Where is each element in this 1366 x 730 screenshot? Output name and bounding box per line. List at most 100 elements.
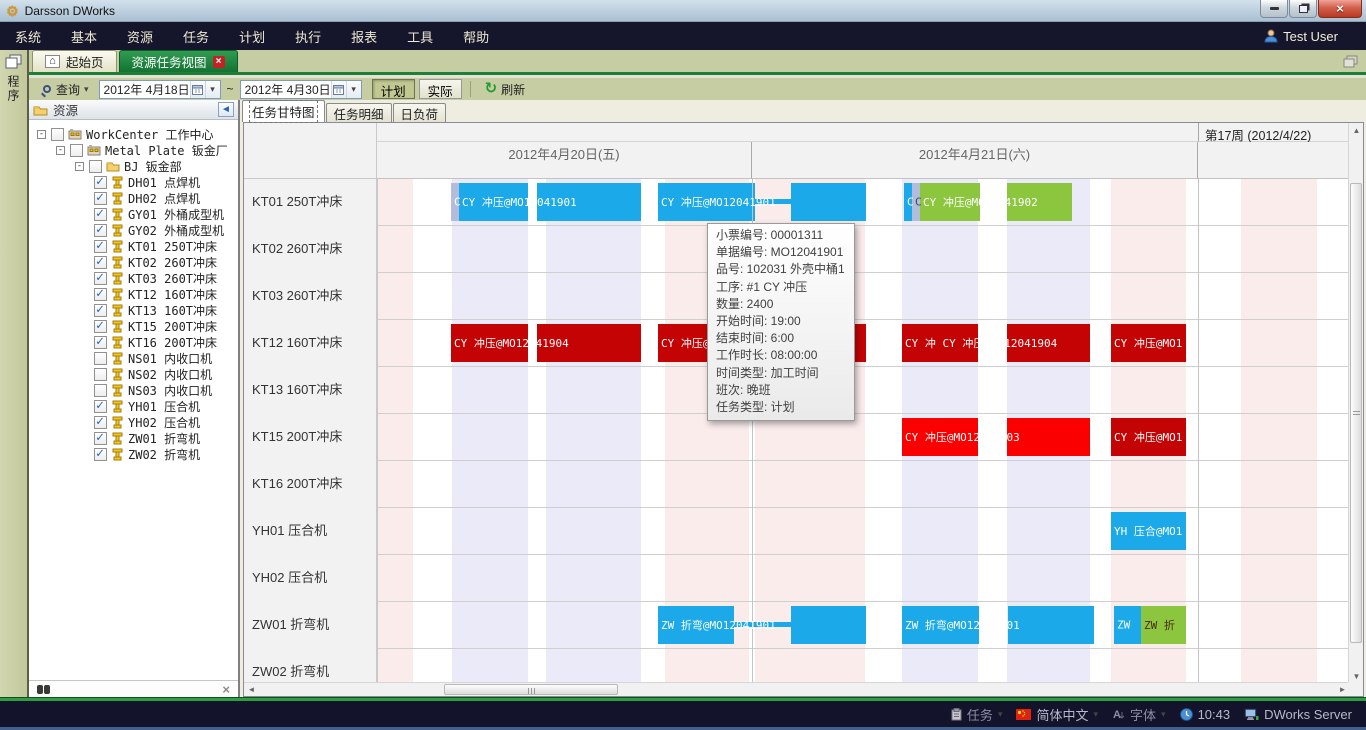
tree-checkbox[interactable] — [94, 192, 107, 205]
tree-item-13[interactable]: KT16 200T冲床 — [29, 334, 238, 350]
horizontal-scrollbar[interactable]: ◄► — [244, 682, 1350, 696]
date-from-input[interactable]: 2012年 4月18日 ▾ — [99, 80, 221, 99]
tree-checkbox[interactable] — [94, 224, 107, 237]
tree-checkbox[interactable] — [70, 144, 83, 157]
expander-minus-icon[interactable]: - — [37, 130, 46, 139]
tree-item-14[interactable]: NS01 内收口机 — [29, 350, 238, 366]
date-to-caret-icon[interactable]: ▾ — [346, 81, 361, 98]
tree-item-11[interactable]: KT13 160T冲床 — [29, 302, 238, 318]
close-panel-icon[interactable]: × — [222, 682, 230, 697]
tree-checkbox[interactable] — [94, 256, 107, 269]
tree-item-20[interactable]: ZW02 折弯机 — [29, 446, 238, 462]
query-button[interactable]: 查询 ▾ — [37, 80, 95, 99]
find-icon[interactable] — [37, 685, 50, 694]
plan-toggle-button[interactable]: 计划 — [372, 79, 415, 99]
tree-checkbox[interactable] — [94, 272, 107, 285]
tree-checkbox[interactable] — [94, 304, 107, 317]
calendar-icon[interactable] — [190, 81, 205, 98]
tree-checkbox[interactable] — [94, 240, 107, 253]
tree-item-1[interactable]: -Metal Plate 钣金厂 — [29, 142, 238, 158]
tree-item-17[interactable]: YH01 压合机 — [29, 398, 238, 414]
vertical-scrollbar[interactable]: ▲▼ — [1348, 123, 1363, 684]
tree-item-6[interactable]: GY02 外桶成型机 — [29, 222, 238, 238]
task-bar[interactable]: CY 冲 CY 冲压@MO12041904 — [902, 324, 1090, 362]
tree-checkbox[interactable] — [94, 416, 107, 429]
tree-checkbox[interactable] — [94, 432, 107, 445]
refresh-button[interactable]: ↻ 刷新 — [479, 80, 532, 99]
restore-button[interactable] — [1289, 0, 1317, 18]
expander-minus-icon[interactable]: - — [56, 146, 65, 155]
view-tab-2[interactable]: 日负荷 — [393, 103, 447, 122]
current-user[interactable]: Test User — [1264, 29, 1338, 44]
task-bar[interactable]: CY 冲压@MO12041904 — [451, 324, 641, 362]
menu-item-5[interactable]: 执行 — [280, 22, 336, 50]
horizontal-scroll-thumb[interactable] — [444, 684, 618, 695]
tree-item-19[interactable]: ZW01 折弯机 — [29, 430, 238, 446]
status-item-flag[interactable]: 简体中文▾ — [1016, 705, 1098, 724]
tree-item-12[interactable]: KT15 200T冲床 — [29, 318, 238, 334]
caret-down-icon[interactable]: ▾ — [1161, 710, 1166, 719]
doc-tab-0[interactable]: ⌂起始页 — [32, 50, 117, 72]
tree-item-7[interactable]: KT01 250T冲床 — [29, 238, 238, 254]
tree-item-5[interactable]: GY01 外桶成型机 — [29, 206, 238, 222]
menu-item-4[interactable]: 计划 — [224, 22, 280, 50]
task-bar[interactable]: C — [451, 183, 459, 221]
task-bar[interactable]: ZW 折弯@MO12041901 — [658, 606, 866, 644]
date-from-caret-icon[interactable]: ▾ — [205, 81, 220, 98]
tree-checkbox[interactable] — [89, 160, 102, 173]
task-bar[interactable]: CY 冲压@MO12041901 — [658, 183, 866, 221]
tree-checkbox[interactable] — [94, 176, 107, 189]
tree-item-2[interactable]: -BJ 钣金部 — [29, 158, 238, 174]
tree-checkbox[interactable] — [94, 400, 107, 413]
actual-toggle-button[interactable]: 实际 — [419, 79, 462, 99]
task-bar[interactable]: CY 冲压@MO1 — [1111, 418, 1186, 456]
menu-item-2[interactable]: 资源 — [112, 22, 168, 50]
tree-checkbox[interactable] — [94, 368, 107, 381]
expander-minus-icon[interactable]: - — [75, 162, 84, 171]
menu-item-6[interactable]: 报表 — [336, 22, 392, 50]
view-tab-1[interactable]: 任务明细 — [326, 103, 392, 122]
tree-checkbox[interactable] — [94, 448, 107, 461]
tree-item-8[interactable]: KT02 260T冲床 — [29, 254, 238, 270]
tree-item-15[interactable]: NS02 内收口机 — [29, 366, 238, 382]
menu-item-7[interactable]: 工具 — [392, 22, 448, 50]
tree-checkbox[interactable] — [94, 352, 107, 365]
menu-item-8[interactable]: 帮助 — [448, 22, 504, 50]
menu-item-0[interactable]: 系统 — [0, 22, 56, 50]
scroll-up-icon[interactable]: ▲ — [1349, 123, 1364, 138]
tree-item-16[interactable]: NS03 内收口机 — [29, 382, 238, 398]
date-to-input[interactable]: 2012年 4月30日 ▾ — [240, 80, 362, 99]
task-bar[interactable]: ZW — [1114, 606, 1141, 644]
menu-item-1[interactable]: 基本 — [56, 22, 112, 50]
task-bar[interactable]: YH 压合@MO1 — [1111, 512, 1186, 550]
vertical-scroll-thumb[interactable] — [1350, 183, 1362, 643]
program-panel-tab[interactable]: 程序 — [5, 54, 22, 103]
task-bar[interactable]: C — [904, 183, 912, 221]
task-bar[interactable]: ZW 折弯@MO12041901 — [902, 606, 1094, 644]
tree-checkbox[interactable] — [94, 384, 107, 397]
caret-down-icon[interactable]: ▾ — [998, 710, 1003, 719]
calendar-icon[interactable] — [331, 81, 346, 98]
status-item-font[interactable]: A字体▾ — [1112, 705, 1166, 724]
tree-item-0[interactable]: -WorkCenter 工作中心 — [29, 126, 238, 142]
task-bar[interactable]: CY 冲压@MO12041902 — [920, 183, 1072, 221]
tree-item-9[interactable]: KT03 260T冲床 — [29, 270, 238, 286]
tree-item-3[interactable]: DH01 点焊机 — [29, 174, 238, 190]
status-item-tasks[interactable]: 任务▾ — [951, 705, 1003, 724]
task-bar[interactable]: CY 冲压@MO1 — [1111, 324, 1186, 362]
collapse-panel-button[interactable]: ◄ — [218, 102, 234, 117]
task-bar[interactable]: CY 冲压@MO12041901 — [459, 183, 641, 221]
minimize-button[interactable] — [1260, 0, 1288, 18]
tree-checkbox[interactable] — [94, 208, 107, 221]
tree-checkbox[interactable] — [51, 128, 64, 141]
doc-tab-1[interactable]: 资源任务视图× — [119, 50, 238, 72]
task-bar[interactable]: ZW 折 — [1141, 606, 1186, 644]
close-tab-icon[interactable]: × — [213, 56, 225, 68]
tree-item-10[interactable]: KT12 160T冲床 — [29, 286, 238, 302]
tree-checkbox[interactable] — [94, 320, 107, 333]
tree-checkbox[interactable] — [94, 336, 107, 349]
caret-down-icon[interactable]: ▾ — [1093, 710, 1098, 719]
window-list-icon[interactable] — [1343, 55, 1358, 68]
query-caret-icon[interactable]: ▾ — [84, 85, 89, 94]
view-tab-0[interactable]: 任务甘特图 — [242, 100, 325, 122]
